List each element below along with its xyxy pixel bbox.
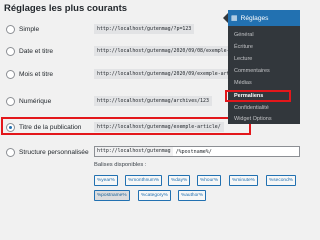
settings-submenu: ▦ Réglages Général Écriture Lecture Comm… bbox=[223, 10, 300, 124]
submenu-item-reading[interactable]: Lecture bbox=[234, 56, 252, 62]
tag-button-year[interactable]: %year% bbox=[94, 175, 118, 186]
tag-button-second[interactable]: %second% bbox=[266, 175, 296, 186]
option-label: Date et titre bbox=[19, 47, 54, 55]
permalink-example: http://localhost/gutenmag/2020/09/exempl… bbox=[94, 69, 248, 79]
settings-menu-header[interactable]: ▦ Réglages bbox=[228, 10, 300, 26]
submenu-item-privacy[interactable]: Confidentialité bbox=[234, 105, 269, 111]
permalink-example: http://localhost/gutenmag/archives/123 bbox=[94, 96, 212, 106]
option-label: Simple bbox=[19, 25, 40, 33]
submenu-item-media[interactable]: Médias bbox=[234, 80, 252, 86]
submenu-item-general[interactable]: Général bbox=[234, 32, 254, 38]
submenu-item-widget-options[interactable]: Widget Options bbox=[234, 116, 272, 122]
permalink-example: http://localhost/gutenmag/?p=123 bbox=[94, 24, 195, 34]
radio-date-title[interactable] bbox=[6, 46, 15, 56]
tag-button-hour[interactable]: %hour% bbox=[197, 175, 222, 186]
tag-button-minute[interactable]: %minute% bbox=[229, 175, 258, 186]
custom-structure-field[interactable]: http://localhost/gutenmag /%postname%/ bbox=[94, 146, 300, 157]
submenu-item-discussion[interactable]: Commentaires bbox=[234, 68, 270, 74]
radio-simple[interactable] bbox=[6, 24, 15, 34]
option-label: Mois et titre bbox=[19, 70, 54, 78]
option-numeric[interactable]: Numérique bbox=[6, 95, 51, 107]
tag-button-category[interactable]: %category% bbox=[138, 190, 171, 201]
radio-numeric[interactable] bbox=[6, 96, 15, 106]
option-month-title[interactable]: Mois et titre bbox=[6, 68, 53, 80]
option-label: Numérique bbox=[19, 97, 52, 105]
option-simple[interactable]: Simple bbox=[6, 23, 39, 35]
section-title: Réglages les plus courants bbox=[4, 3, 128, 14]
radio-month-title[interactable] bbox=[6, 69, 15, 79]
tag-button-author[interactable]: %author% bbox=[178, 190, 207, 201]
structure-prefix: http://localhost/gutenmag bbox=[95, 147, 173, 156]
radio-custom-structure[interactable] bbox=[6, 147, 15, 157]
selection-highlight-box bbox=[1, 117, 251, 135]
settings-icon: ▦ bbox=[231, 15, 238, 22]
structure-value[interactable]: /%postname%/ bbox=[173, 149, 212, 155]
tag-button-postname[interactable]: %postname% bbox=[94, 190, 130, 201]
available-tags-label: Balises disponibles : bbox=[94, 162, 147, 168]
tag-button-monthnum[interactable]: %monthnum% bbox=[125, 175, 163, 186]
submenu-item-writing[interactable]: Écriture bbox=[234, 44, 253, 50]
option-custom-structure[interactable]: Structure personnalisée bbox=[6, 146, 89, 158]
permalinks-highlight-box bbox=[225, 90, 291, 102]
settings-menu-label: Réglages bbox=[240, 14, 269, 22]
tag-button-day[interactable]: %day% bbox=[168, 175, 191, 186]
option-date-title[interactable]: Date et titre bbox=[6, 45, 53, 57]
option-label: Structure personnalisée bbox=[19, 148, 89, 156]
